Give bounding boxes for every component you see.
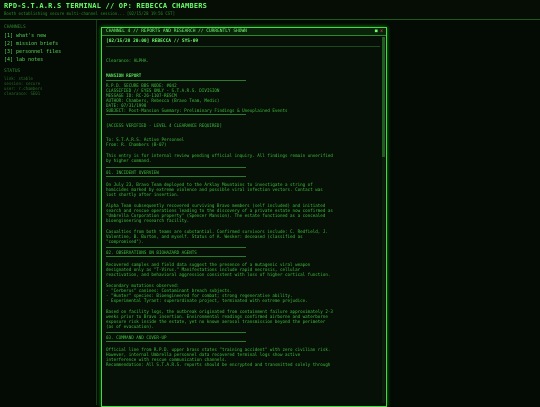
- report-line: 01. INCIDENT OVERVIEW: [106, 170, 159, 175]
- window-titlebar[interactable]: CHANNEL 4 // REPORTS AND RESEARCH // CUR…: [102, 28, 386, 36]
- section-divider: [106, 167, 246, 168]
- report-line: MANSION REPORT: [106, 73, 142, 78]
- report-line: "compromised").: [106, 239, 144, 244]
- sidebar-item-mission-briefs[interactable]: [2] mission briefs: [4, 41, 58, 47]
- section-divider: [106, 114, 246, 115]
- report-line: (as of evacuation).: [106, 324, 154, 329]
- sidebar-item-whats-new[interactable]: [1] what's new: [4, 33, 46, 39]
- scrollbar[interactable]: [382, 37, 385, 403]
- report-line: From: R. Chambers (B-07): [106, 142, 167, 147]
- report-line: SUBJECT: Post-Mansion Summary: Prelimina…: [106, 108, 288, 113]
- app-title: RPD-S.T.A.R.S TERMINAL // OP: REBECCA CH…: [4, 2, 208, 10]
- message-header: [02/15/28 20:00] REBECCA // SYS-09: [106, 39, 199, 44]
- report-line: 03. COMMAND AND COVER-UP: [106, 335, 167, 340]
- close-icon[interactable]: x: [380, 29, 383, 34]
- section-divider: [106, 256, 246, 257]
- report-line: reactivation, and behavioral aggression …: [106, 272, 331, 277]
- status-line: clearance: SE01: [4, 91, 41, 96]
- sidebar-item-lab-notes[interactable]: [4] lab notes: [4, 57, 43, 63]
- report-line: Recommendation: All S.T.A.R.S. reports s…: [106, 362, 331, 367]
- sidebar: CHANNELS [1] what's new [2] mission brie…: [0, 20, 97, 405]
- section-divider: [106, 176, 246, 177]
- channels-heading: CHANNELS: [4, 25, 26, 30]
- report-body: Clearance: ALPHA. MANSION REPORT R.P.D. SE…: [106, 49, 378, 405]
- section-divider: [106, 247, 246, 248]
- report-line: - Experimental Tyrant: superordinate pro…: [106, 298, 308, 303]
- section-divider: [106, 332, 246, 333]
- report-line: by higher command.: [106, 158, 152, 163]
- section-divider: [106, 80, 246, 81]
- report-line: lost shortly after insertion.: [106, 192, 180, 197]
- window-title: CHANNEL 4 // REPORTS AND RESEARCH // CUR…: [106, 29, 247, 34]
- report-line: [ACCESS VERIFIED - LEVEL 4 CLEARANCE REQ…: [106, 123, 222, 128]
- window-controls: ■ x: [375, 29, 383, 34]
- scroll-thumb[interactable]: [382, 37, 385, 157]
- divider: [106, 46, 380, 47]
- report-line: Clearance: ALPHA.: [106, 58, 149, 63]
- status-heading: STATUS: [4, 69, 21, 74]
- sidebar-item-personnel-files[interactable]: [3] personnel files: [4, 49, 61, 55]
- minimize-icon[interactable]: ■: [375, 29, 378, 34]
- report-line: bioengineering research facility.: [106, 218, 190, 223]
- report-line: 02. OBSERVATIONS ON BIOHAZARD AGENTS: [106, 250, 197, 255]
- report-window: CHANNEL 4 // REPORTS AND RESEARCH // CUR…: [101, 27, 387, 407]
- app-header: RPD-S.T.A.R.S TERMINAL // OP: REBECCA CH…: [0, 0, 540, 20]
- section-divider: [106, 341, 246, 342]
- app-subtitle: Booth establishing secure multi-channel …: [4, 11, 175, 16]
